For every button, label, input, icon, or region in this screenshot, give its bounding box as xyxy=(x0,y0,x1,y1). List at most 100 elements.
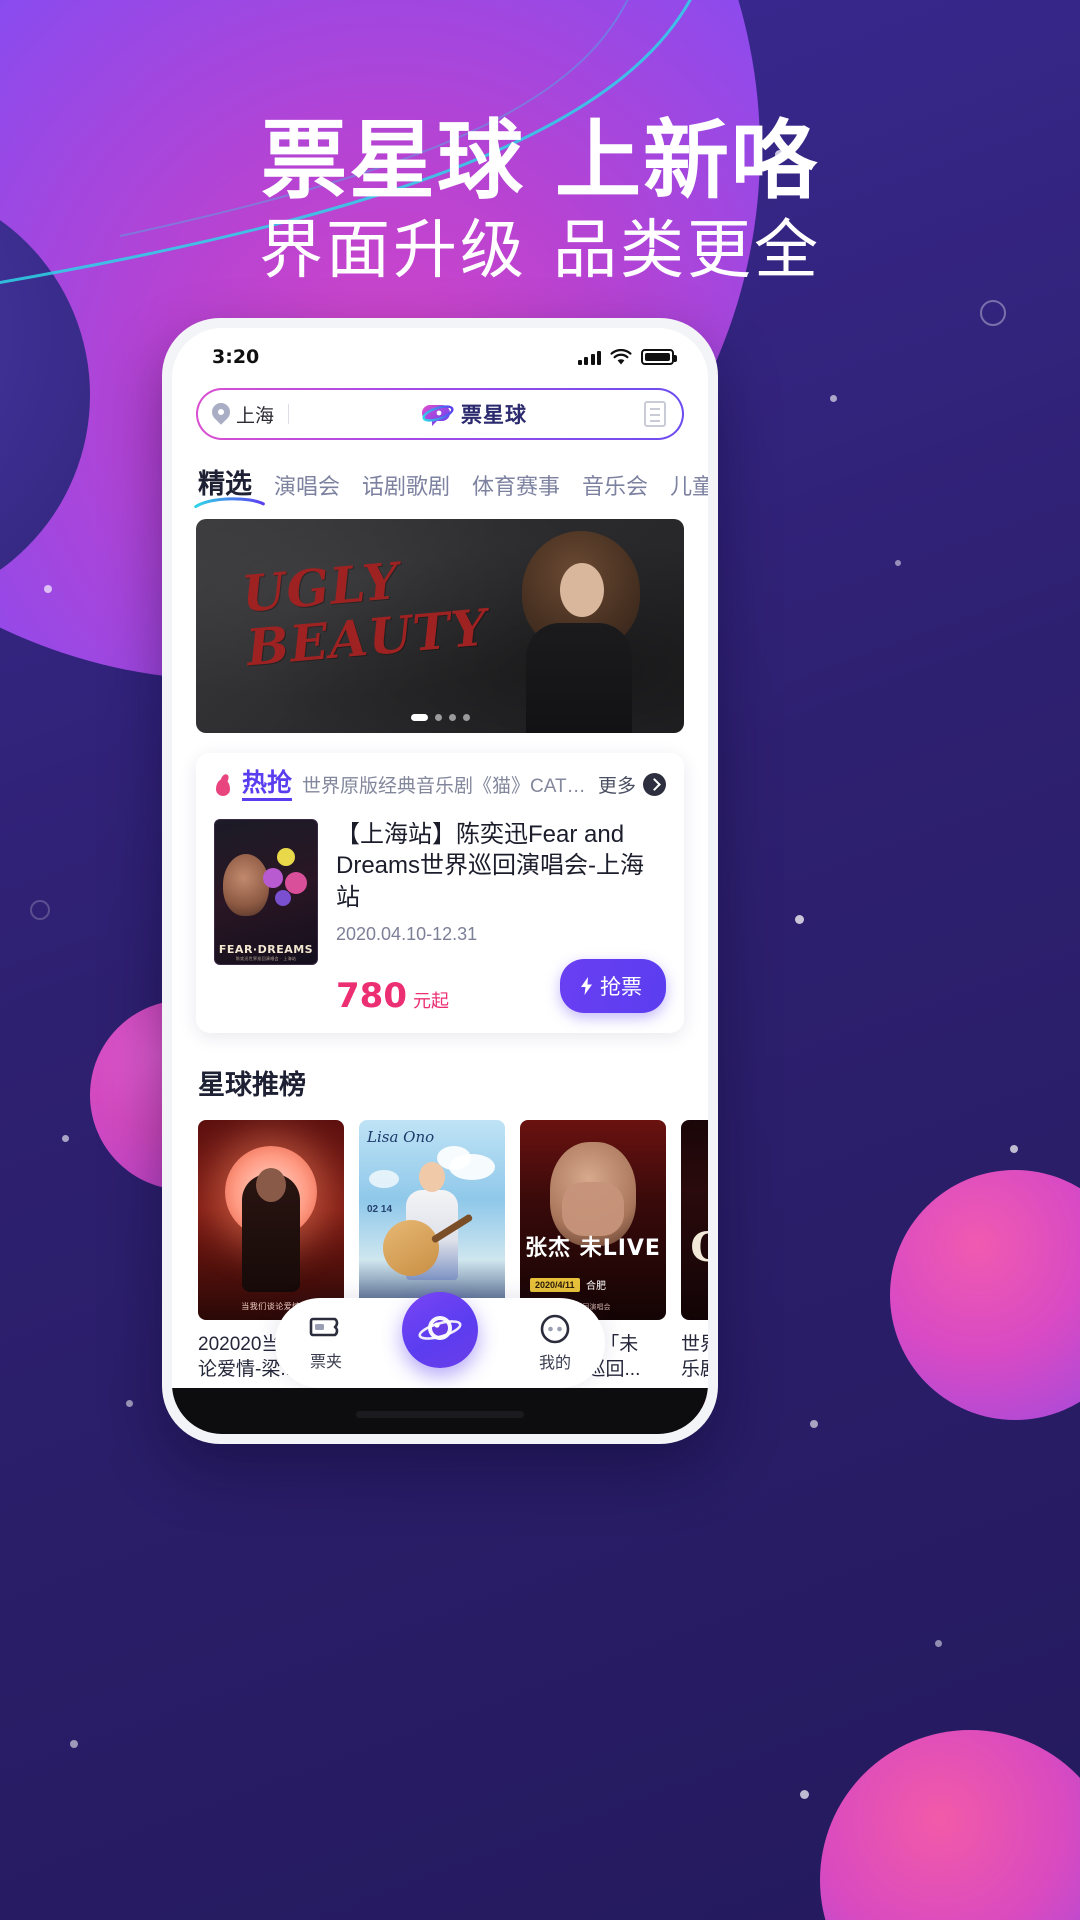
tab-yinyuehui[interactable]: 音乐会 xyxy=(582,469,648,501)
hot-deal-subtitle: 世界原版经典音乐剧《猫》CATS... xyxy=(302,776,588,798)
ranking-heading: 星球推榜 xyxy=(198,1069,306,1100)
tab-label: 体育赛事 xyxy=(472,474,561,499)
carousel-dot-active[interactable] xyxy=(410,714,428,721)
promo-text-block: 票星球 上新咯 界面升级 品类更全 xyxy=(0,117,1080,285)
flame-icon xyxy=(214,774,232,796)
hot-deal-more-button[interactable]: 更多 xyxy=(598,771,666,798)
hot-deal-body: FEAR·DREAMS 陈奕迅世界巡回演唱会 · 上海站 【上海站】陈奕迅Fea… xyxy=(214,818,666,1013)
ranking-poster[interactable]: 张杰 未LIVE 2020/4/11 合肥 巡回演唱会 xyxy=(520,1119,666,1320)
poster-title-text: Lisa Ono xyxy=(367,1127,435,1146)
category-tabs[interactable]: 精选 演唱会 话剧歌剧 体育赛事 音乐会 儿童亲子 xyxy=(172,440,708,511)
ranking-poster[interactable]: 当我们谈论爱情 xyxy=(198,1119,344,1320)
tabbar-label: 我的 xyxy=(538,1354,571,1372)
decor-dot xyxy=(800,1790,809,1799)
promo-subline-b: 品类更全 xyxy=(553,213,821,288)
decor-ring xyxy=(30,900,50,920)
ranking-item-title: 世界原版经典音乐剧《猫... xyxy=(681,1333,708,1381)
poster-title-text: FEAR·DREAMS xyxy=(218,942,314,956)
tab-jingxuan[interactable]: 精选 xyxy=(194,462,265,509)
decor-dot xyxy=(126,1400,133,1407)
location-pin-icon xyxy=(212,403,230,425)
battery-icon xyxy=(641,349,677,365)
tab-active-underline-icon xyxy=(194,497,265,509)
bolt-icon xyxy=(581,976,592,995)
decor-dot xyxy=(795,915,804,924)
wifi-icon xyxy=(610,348,632,364)
hero-banner[interactable]: UGLY BEAUTY xyxy=(196,519,684,733)
hero-artist-figure xyxy=(476,519,666,733)
poster-cloud xyxy=(369,1169,399,1188)
decor-dot xyxy=(44,585,52,593)
location-label: 上海 xyxy=(236,405,275,427)
carousel-dot[interactable] xyxy=(448,714,456,721)
event-price: 780 元起 xyxy=(336,979,449,1013)
tabbar-item-home[interactable] xyxy=(402,1292,478,1368)
tab-ertongqinzi[interactable]: 儿童亲子 xyxy=(670,469,708,501)
poster-head xyxy=(256,1167,286,1202)
promo-headline-b: 上新咯 xyxy=(555,111,819,211)
home-indicator xyxy=(356,1411,524,1418)
decor-dot xyxy=(935,1640,942,1647)
poster-title-text: CATS xyxy=(681,1224,708,1271)
ranking-poster[interactable]: LET THE MEMO CATS 5.1 上海费雷歌剧院 xyxy=(681,1119,708,1320)
poster-caption: 上海费雷歌剧院 xyxy=(681,1299,708,1310)
app-brand: 票星球 xyxy=(303,399,644,429)
poster-cloud xyxy=(437,1145,471,1170)
poster-head xyxy=(419,1161,445,1192)
tab-yanchanghui[interactable]: 演唱会 xyxy=(274,469,340,501)
event-info: 【上海站】陈奕迅Fear and Dreams世界巡回演唱会-上海站 2020.… xyxy=(336,819,666,1013)
tabbar-item-tickets[interactable]: 票夹 xyxy=(309,1315,343,1372)
hero-face xyxy=(560,563,604,617)
poster-flowers xyxy=(261,846,313,908)
planet-logo-icon xyxy=(422,405,454,426)
event-poster[interactable]: FEAR·DREAMS 陈奕迅世界巡回演唱会 · 上海站 xyxy=(214,818,318,965)
decor-dot xyxy=(830,395,837,402)
more-label: 更多 xyxy=(597,776,636,798)
price-value: 780 xyxy=(336,975,407,1016)
background-blob-bottom-right xyxy=(820,1730,1080,1920)
ranking-item[interactable]: LET THE MEMO CATS 5.1 上海费雷歌剧院 世界原版经典音乐剧《… xyxy=(681,1119,708,1423)
ranking-poster[interactable]: Lisa Ono 02 14 中国巡演十周年纪念演唱会 xyxy=(359,1119,505,1320)
profile-icon xyxy=(540,1314,570,1343)
tab-huajugeju[interactable]: 话剧歌剧 xyxy=(362,469,450,501)
tab-label: 话剧歌剧 xyxy=(362,474,451,499)
search-row: 上海 票星球 xyxy=(172,380,708,440)
poster-date-num: 02 14 xyxy=(367,1203,393,1215)
status-time: 3:20 xyxy=(212,346,260,368)
tab-label: 儿童亲子 xyxy=(670,474,708,499)
ticket-list-icon[interactable] xyxy=(644,401,666,427)
app-brand-label: 票星球 xyxy=(461,404,527,427)
location-selector[interactable]: 上海 xyxy=(212,401,274,428)
buy-ticket-button[interactable]: 抢票 xyxy=(560,958,666,1013)
tab-tiyusaishi[interactable]: 体育赛事 xyxy=(472,469,560,501)
decor-dot xyxy=(1010,1145,1018,1153)
promo-subline-a: 界面升级 xyxy=(259,213,527,288)
event-price-row: 780 元起 抢票 xyxy=(336,958,666,1013)
tabbar-item-profile[interactable]: 我的 xyxy=(539,1314,571,1373)
buy-ticket-label: 抢票 xyxy=(600,975,642,999)
event-title: 【上海站】陈奕迅Fear and Dreams世界巡回演唱会-上海站 xyxy=(336,820,645,912)
decor-dot xyxy=(70,1740,78,1748)
status-bar: 3:20 xyxy=(172,328,708,380)
poster-date-text: 02 14 xyxy=(367,1204,392,1216)
chevron-right-icon xyxy=(643,773,666,797)
promo-headline: 票星球 上新咯 xyxy=(0,117,1080,206)
tab-label: 演唱会 xyxy=(274,474,341,499)
status-icons xyxy=(577,348,677,366)
poster-subtitle-text: 陈奕迅世界巡回演唱会 · 上海站 xyxy=(235,955,297,961)
carousel-dot[interactable] xyxy=(434,714,442,721)
decor-dot xyxy=(62,1135,69,1142)
poster-guitar xyxy=(383,1219,439,1276)
hero-title: UGLY BEAUTY xyxy=(239,547,490,677)
decor-dot xyxy=(895,560,901,566)
bottom-tab-bar[interactable]: 票夹 我的 xyxy=(275,1292,605,1388)
carousel-dot[interactable] xyxy=(462,714,470,721)
phone-screen: 3:20 上海 票星球 精选 演唱会 话剧歌剧 体育赛事 音乐会 儿童 UGLY… xyxy=(172,328,708,1434)
search-bar[interactable]: 上海 票星球 xyxy=(196,388,684,440)
hot-deal-card[interactable]: 热抢 世界原版经典音乐剧《猫》CATS... 更多 FEAR·DREAMS 陈奕… xyxy=(196,753,684,1033)
promo-subline: 界面升级 品类更全 xyxy=(0,217,1080,285)
poster-date-text: 2020/4/11 xyxy=(530,1277,580,1292)
tab-label: 音乐会 xyxy=(582,474,649,499)
promo-headline-a: 票星球 xyxy=(261,111,525,211)
carousel-dots[interactable] xyxy=(196,714,684,721)
